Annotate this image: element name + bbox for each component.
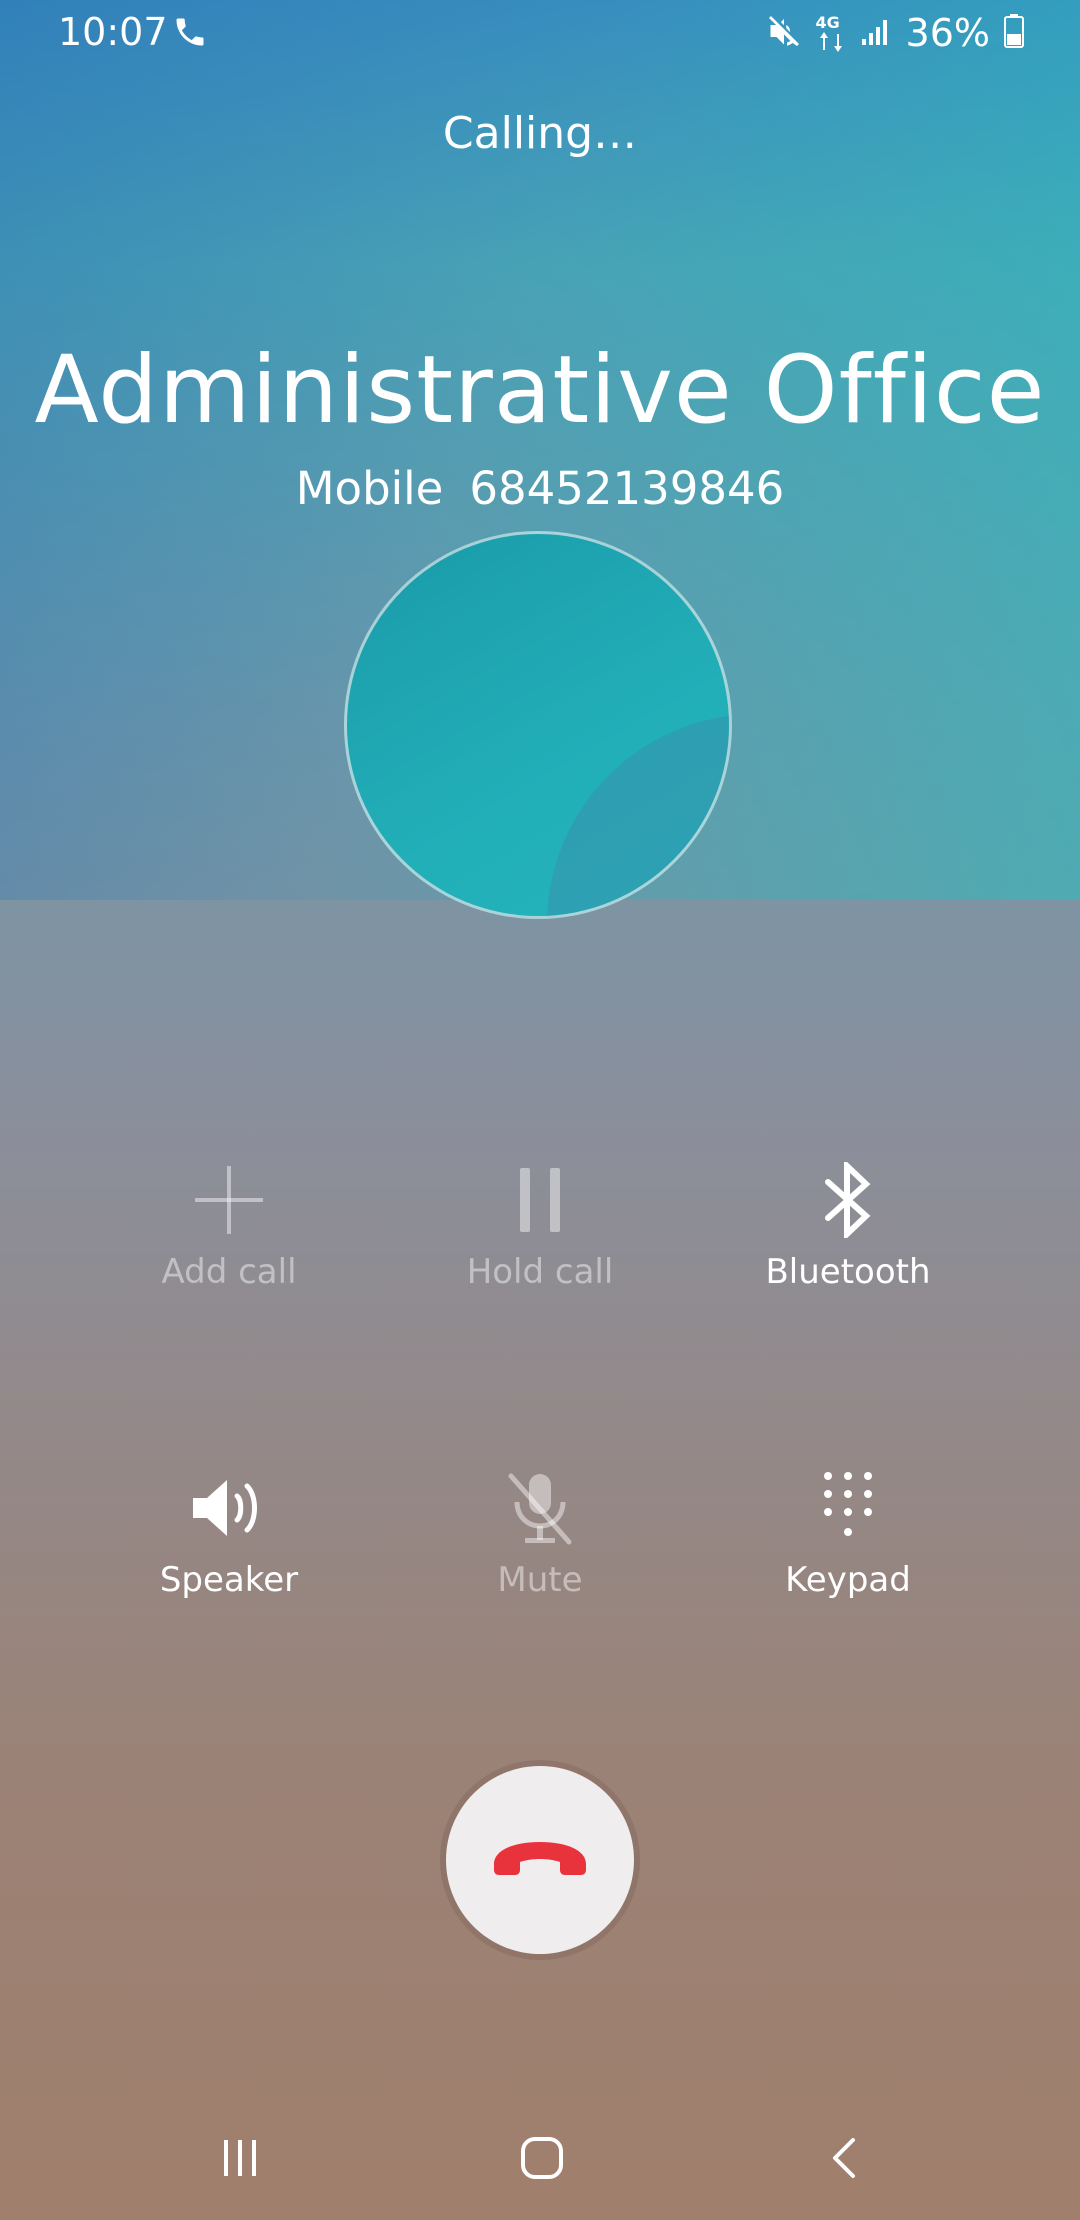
mic-off-icon (390, 1468, 690, 1548)
mute-label: Mute (497, 1560, 583, 1600)
speaker-label: Speaker (159, 1560, 299, 1600)
mute-icon (766, 13, 802, 53)
contact-name: Administrative Office (34, 336, 1046, 445)
plus-icon (79, 1160, 379, 1240)
in-call-screen: 10:07 4G 36% Calling… Administrative Off… (0, 0, 1080, 2220)
speaker-icon (79, 1468, 379, 1548)
mute-button[interactable]: Mute (390, 1468, 690, 1628)
status-bar: 10:07 4G 36% (0, 0, 1080, 66)
battery-icon (1004, 14, 1024, 52)
keypad-label: Keypad (785, 1560, 911, 1600)
hold-call-button[interactable]: Hold call (390, 1160, 690, 1320)
bluetooth-label: Bluetooth (765, 1252, 931, 1292)
bluetooth-button[interactable]: Bluetooth (698, 1160, 998, 1320)
phone-number: 68452139846 (469, 462, 785, 515)
contact-number: Mobile 68452139846 (0, 462, 1080, 515)
phone-call-icon (172, 14, 208, 50)
signal-icon (860, 15, 892, 51)
number-type: Mobile (295, 462, 444, 515)
battery-percent: 36% (905, 11, 990, 55)
bluetooth-icon (698, 1160, 998, 1240)
recent-apps-button[interactable] (200, 2130, 280, 2190)
home-icon (520, 2136, 564, 2184)
back-button[interactable] (804, 2130, 884, 2190)
speaker-button[interactable]: Speaker (79, 1468, 379, 1628)
end-call-icon (488, 1836, 592, 1884)
end-call-button[interactable] (446, 1766, 634, 1954)
4g-data-icon: 4G (816, 13, 846, 53)
home-button[interactable] (502, 2130, 582, 2190)
add-call-label: Add call (161, 1252, 297, 1292)
back-icon (829, 2136, 859, 2184)
hold-call-label: Hold call (466, 1252, 614, 1292)
status-time: 10:07 (58, 10, 168, 54)
call-status: Calling… (442, 108, 638, 159)
pause-icon (390, 1160, 690, 1240)
dialpad-icon (698, 1468, 998, 1548)
keypad-button[interactable]: Keypad (698, 1468, 998, 1628)
avatar-decoration (547, 714, 729, 916)
navigation-bar (0, 2100, 1080, 2220)
status-icons: 4G 36% (766, 10, 1024, 56)
add-call-button[interactable]: Add call (79, 1160, 379, 1320)
recent-apps-icon (220, 2138, 260, 2182)
contact-avatar (344, 531, 732, 919)
